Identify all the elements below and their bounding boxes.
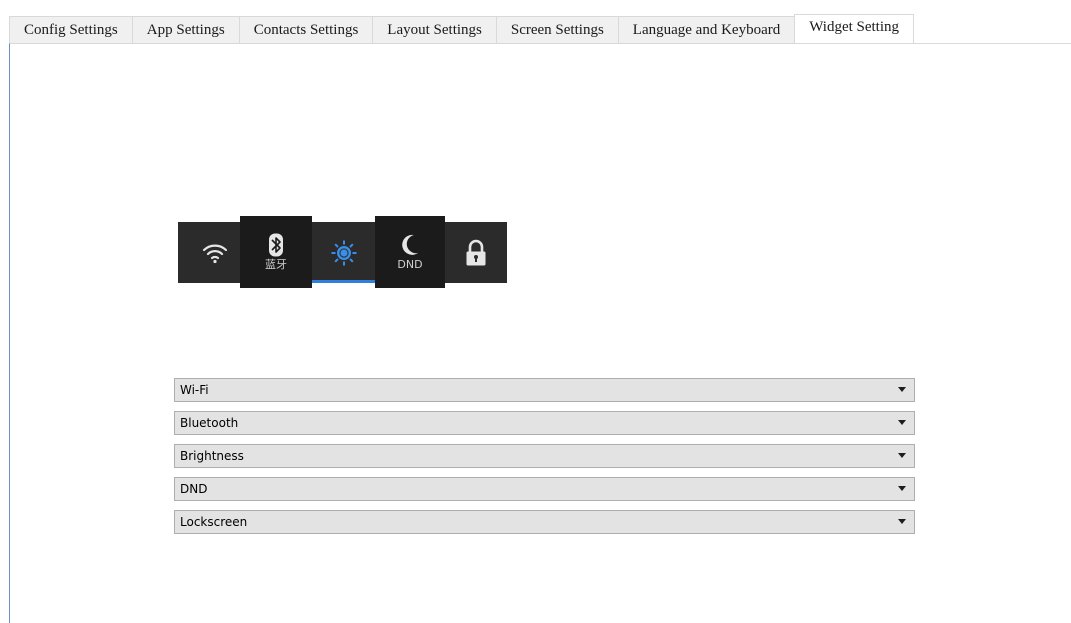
select-slot-1[interactable]: Wi-Fi <box>174 378 915 402</box>
chevron-down-icon <box>898 453 906 458</box>
select-slot-2[interactable]: Bluetooth <box>174 411 915 435</box>
tab-layout-settings[interactable]: Layout Settings <box>372 16 497 44</box>
select-value: Lockscreen <box>180 515 248 529</box>
widget-wifi[interactable] <box>186 222 244 283</box>
tab-contacts-settings[interactable]: Contacts Settings <box>238 16 374 44</box>
widget-brightness[interactable] <box>312 222 375 283</box>
dnd-label: DND <box>397 258 423 271</box>
select-slot-3[interactable]: Brightness <box>174 444 915 468</box>
widget-lockscreen[interactable] <box>445 222 507 283</box>
widget-bluetooth[interactable]: 蓝牙 <box>240 216 312 288</box>
selected-underline <box>312 280 375 283</box>
select-value: Brightness <box>180 449 244 463</box>
tab-screen-settings[interactable]: Screen Settings <box>495 16 619 44</box>
tab-widget-setting[interactable]: Widget Setting <box>794 14 915 44</box>
moon-icon <box>402 234 418 255</box>
chevron-down-icon <box>898 420 906 425</box>
select-value: Wi-Fi <box>180 383 209 397</box>
chevron-down-icon <box>898 387 906 392</box>
tab-bar: Config Settings App Settings Contacts Se… <box>0 0 1071 44</box>
widget-selects: Wi-Fi Bluetooth Brightness DND Lockscree… <box>174 378 915 543</box>
bluetooth-icon <box>269 233 283 257</box>
tab-config-settings[interactable]: Config Settings <box>9 16 133 44</box>
tab-language-and-keyboard[interactable]: Language and Keyboard <box>617 16 796 44</box>
wifi-icon <box>202 244 228 263</box>
chevron-down-icon <box>898 486 906 491</box>
select-slot-4[interactable]: DND <box>174 477 915 501</box>
lock-icon <box>466 239 486 265</box>
select-slot-5[interactable]: Lockscreen <box>174 510 915 534</box>
tab-row: Config Settings App Settings Contacts Se… <box>9 14 915 44</box>
bluetooth-label: 蓝牙 <box>265 258 287 271</box>
select-value: Bluetooth <box>180 416 239 430</box>
brightness-icon <box>331 240 356 265</box>
widget-dnd[interactable]: DND <box>375 216 445 288</box>
select-value: DND <box>180 482 208 496</box>
tab-app-settings[interactable]: App Settings <box>131 16 240 44</box>
widget-preview-bar: 蓝牙 DND <box>178 216 507 288</box>
chevron-down-icon <box>898 519 906 524</box>
